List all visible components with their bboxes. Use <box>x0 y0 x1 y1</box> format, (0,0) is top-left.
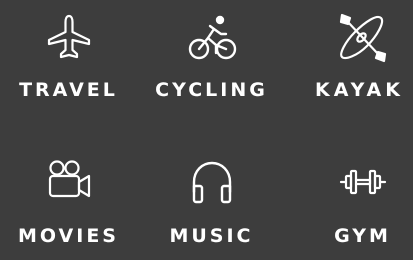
headphones-icon <box>186 156 238 208</box>
movie-camera-icon <box>43 156 95 208</box>
tile-movies[interactable]: MOVIES <box>0 150 137 260</box>
tile-cycling[interactable]: CYCLING <box>143 0 280 110</box>
activity-grid: TRAVEL CYCLING KAYAK MOVIES MUSIC GYM <box>0 0 413 247</box>
tile-gym[interactable]: GYM <box>294 150 413 260</box>
kayak-icon <box>337 12 389 64</box>
tile-label: GYM <box>334 225 391 247</box>
tile-label: KAYAK <box>315 79 404 101</box>
tile-label: MOVIES <box>18 225 119 247</box>
airplane-icon <box>43 12 95 64</box>
tile-kayak[interactable]: KAYAK <box>294 0 413 110</box>
tile-label: MUSIC <box>169 225 254 247</box>
tile-music[interactable]: MUSIC <box>143 150 280 260</box>
tile-travel[interactable]: TRAVEL <box>0 0 137 110</box>
cyclist-icon <box>186 12 238 64</box>
tile-label: CYCLING <box>155 79 268 101</box>
dumbbell-icon <box>337 156 389 208</box>
tile-label: TRAVEL <box>19 79 118 101</box>
